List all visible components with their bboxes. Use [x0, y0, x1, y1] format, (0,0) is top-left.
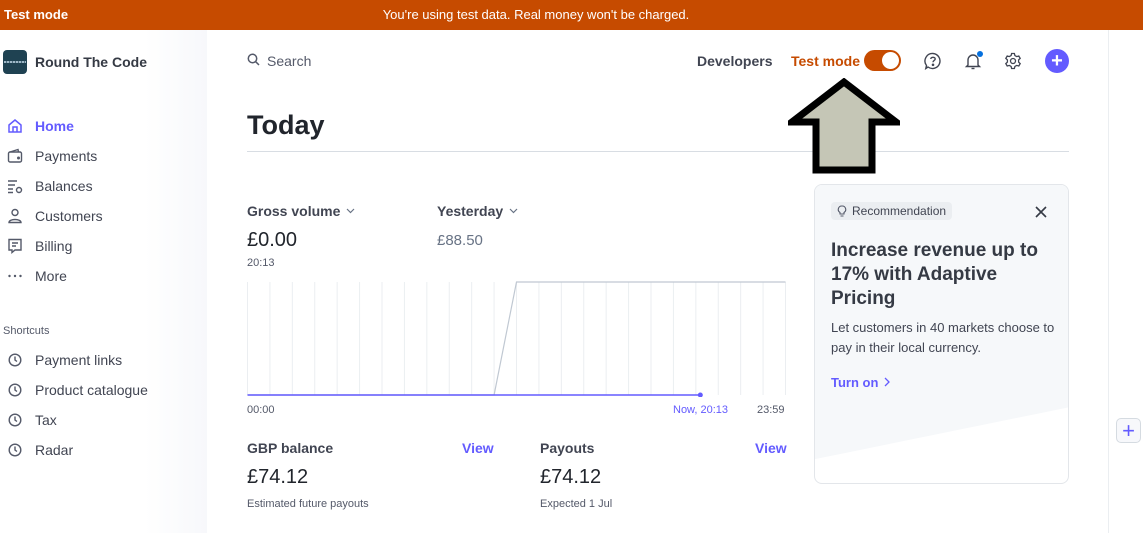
help-icon[interactable] [922, 50, 944, 72]
nav-label: Home [35, 118, 74, 134]
payouts-value: £74.12 [540, 466, 602, 488]
gross-volume-value: £0.00 [247, 229, 298, 251]
person-icon [7, 208, 23, 224]
turn-on-label: Turn on [831, 375, 879, 390]
home-icon [7, 118, 23, 134]
gear-icon[interactable] [1002, 50, 1024, 72]
gbp-balance-view-link[interactable]: View [462, 440, 494, 456]
rail-add-button[interactable]: + [1116, 418, 1141, 443]
sidebar: Round The Code Home Payments Balances Cu… [0, 30, 207, 533]
x-axis-end-label: 23:59 [757, 404, 785, 416]
shortcut-product-catalogue[interactable]: Product catalogue [0, 375, 207, 405]
shortcut-radar[interactable]: Radar [0, 435, 207, 465]
shortcut-label: Payment links [35, 352, 123, 368]
chevron-down-icon [346, 206, 355, 217]
nav-label: Customers [35, 208, 103, 224]
gbp-balance-value: £74.12 [247, 466, 309, 488]
gbp-balance-title: GBP balance [247, 440, 334, 456]
shortcut-tax[interactable]: Tax [0, 405, 207, 435]
create-plus-button[interactable]: + [1045, 49, 1069, 73]
page-title: Today [247, 110, 325, 140]
clock-icon [7, 412, 23, 428]
nav-item-home[interactable]: Home [0, 111, 207, 141]
nav-item-balances[interactable]: Balances [0, 171, 207, 201]
search-placeholder: Search [267, 53, 312, 69]
plus-icon: + [1051, 50, 1063, 72]
recommendation-body: Let customers in 40 markets choose to pa… [831, 320, 1055, 355]
search-input[interactable]: Search [247, 53, 311, 69]
notification-dot [977, 51, 983, 57]
x-axis-now-label: Now, 20:13 [673, 404, 729, 416]
gross-volume-selector[interactable]: Gross volume [247, 203, 355, 219]
annotation-up-arrow-icon [788, 78, 900, 174]
account-name: Round The Code [35, 54, 147, 70]
badge-label: Recommendation [852, 204, 947, 218]
comparison-value: £88.50 [437, 232, 483, 249]
clock-icon [7, 442, 23, 458]
recommendation-card: Recommendation Increase revenue up to 17… [814, 184, 1069, 484]
top-bar: Search Developers Test mode + [207, 30, 1107, 92]
gross-volume-chart [247, 281, 786, 397]
account-switcher[interactable]: Round The Code [3, 50, 147, 74]
test-mode-label[interactable]: Test mode [791, 53, 860, 69]
clock-icon [7, 382, 23, 398]
nav-item-customers[interactable]: Customers [0, 201, 207, 231]
shortcuts-heading: Shortcuts [3, 325, 50, 337]
nav-label: More [35, 268, 67, 284]
account-logo [3, 50, 27, 74]
shortcut-payment-links[interactable]: Payment links [0, 345, 207, 375]
plus-icon: + [1122, 417, 1135, 443]
nav-label: Billing [35, 238, 73, 254]
right-rail-divider [1108, 30, 1109, 533]
more-dots-icon [7, 268, 23, 284]
developers-link[interactable]: Developers [697, 53, 772, 69]
recommendation-badge: Recommendation [831, 202, 953, 220]
nav-label: Balances [35, 178, 93, 194]
gross-volume-label: Gross volume [247, 203, 341, 219]
chevron-right-icon [884, 375, 891, 390]
chevron-down-icon [509, 206, 518, 217]
gbp-balance-subtext: Estimated future payouts [247, 498, 369, 510]
test-mode-toggle[interactable] [864, 50, 901, 71]
wallet-icon [7, 148, 23, 164]
turn-on-link[interactable]: Turn on [831, 375, 891, 390]
comparison-label: Yesterday [437, 203, 504, 219]
receipt-icon [7, 238, 23, 254]
clock-icon [7, 352, 23, 368]
toggle-knob [882, 52, 899, 69]
main-nav: Home Payments Balances Customers Billing [0, 111, 207, 291]
payouts-view-link[interactable]: View [755, 440, 787, 456]
nav-item-more[interactable]: More [0, 261, 207, 291]
close-icon[interactable] [1033, 204, 1049, 220]
lightbulb-icon [837, 205, 847, 217]
now-marker [697, 392, 703, 397]
nav-item-billing[interactable]: Billing [0, 231, 207, 261]
gross-volume-time: 20:13 [247, 257, 275, 269]
shortcuts-list: Payment links Product catalogue Tax Rada… [0, 345, 207, 465]
shortcut-label: Product catalogue [35, 382, 148, 398]
shortcut-label: Tax [35, 412, 57, 428]
nav-item-payments[interactable]: Payments [0, 141, 207, 171]
x-axis-start-label: 00:00 [247, 404, 275, 416]
nav-label: Payments [35, 148, 98, 164]
search-icon [247, 53, 260, 69]
title-divider [247, 151, 1069, 152]
comparison-selector[interactable]: Yesterday [437, 203, 518, 219]
balances-icon [7, 178, 23, 194]
payouts-title: Payouts [540, 440, 595, 456]
payouts-subtext: Expected 1 Jul [540, 498, 613, 510]
banner-message: You're using test data. Real money won't… [382, 7, 690, 22]
recommendation-title: Increase revenue up to 17% with Adaptive… [831, 240, 1038, 309]
bell-icon[interactable] [962, 50, 984, 72]
test-mode-banner: Test mode You're using test data. Real m… [0, 0, 1143, 30]
shortcut-label: Radar [35, 442, 74, 458]
